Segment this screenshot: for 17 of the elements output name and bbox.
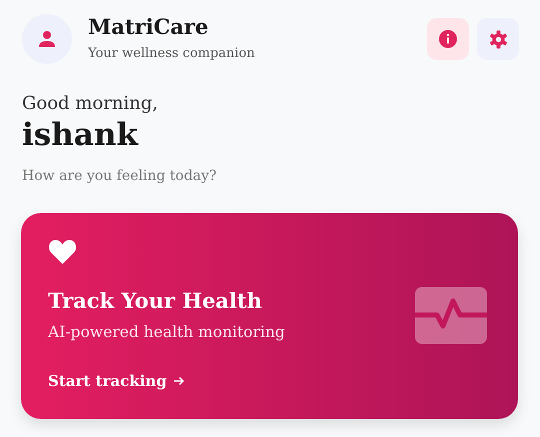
info-icon: [439, 30, 457, 48]
greeting-text: Good morning,: [22, 92, 159, 116]
health-card[interactable]: Track Your Health AI-powered health monitoring Start tracking: [21, 213, 518, 420]
start-tracking-link[interactable]: Start tracking: [48, 370, 185, 392]
arrow-icon: [172, 375, 185, 388]
pulse-monitor-icon: [415, 287, 487, 344]
app-title: MatriCare: [88, 14, 210, 38]
card-title: Track Your Health: [48, 287, 263, 316]
app-subtitle: Your wellness companion: [88, 44, 256, 63]
settings-button[interactable]: [477, 18, 519, 60]
mood-question: How are you feeling today?: [22, 167, 218, 186]
person-icon: [38, 30, 56, 48]
heart-icon: [48, 239, 77, 266]
info-button[interactable]: [427, 18, 469, 60]
settings-icon: [488, 30, 508, 48]
card-subtitle: AI-powered health monitoring: [48, 322, 285, 343]
user-name: ishank: [22, 117, 140, 154]
